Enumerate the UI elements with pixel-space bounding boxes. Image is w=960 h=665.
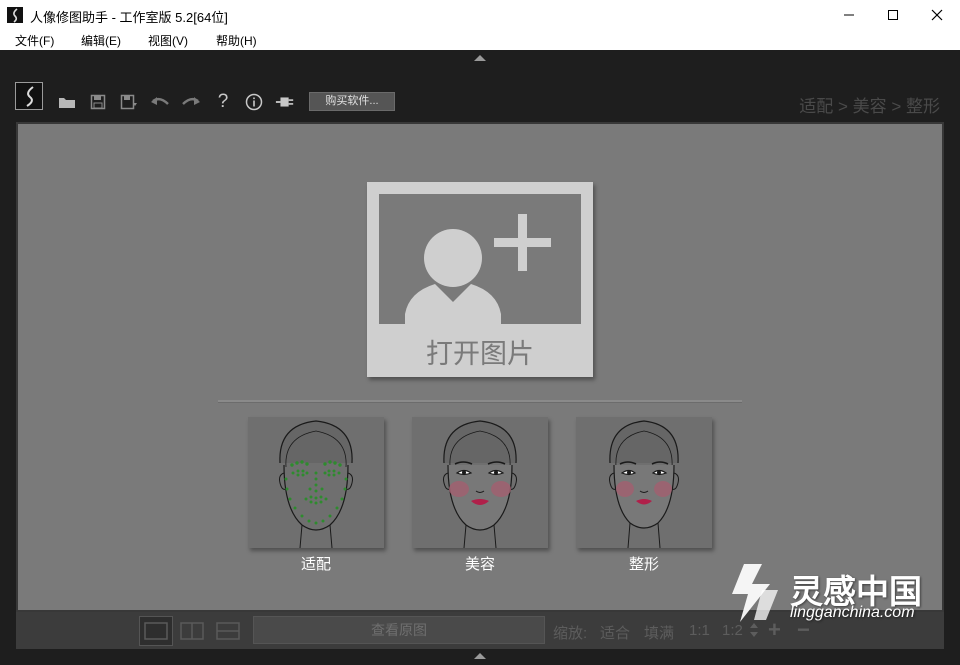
split-horizontal-button[interactable]: [211, 616, 245, 646]
face-reshape-icon: [609, 420, 679, 548]
fit-mode-label: 适配: [300, 556, 331, 573]
fit-mode-card[interactable]: [248, 417, 384, 548]
watermark-logo-icon: [722, 560, 786, 629]
save-icon[interactable]: [88, 92, 108, 112]
app-logo-icon[interactable]: [15, 82, 43, 110]
single-view-button[interactable]: [139, 616, 173, 646]
zoom-fill-button[interactable]: 填满: [644, 622, 674, 643]
menu-help[interactable]: 帮助(H): [216, 32, 257, 49]
view-original-button[interactable]: 查看原图: [253, 616, 545, 644]
menu-view[interactable]: 视图(V): [148, 32, 188, 49]
save-as-icon[interactable]: [119, 92, 139, 112]
collapse-bottom-arrow-icon[interactable]: [474, 653, 486, 659]
open-image-button[interactable]: 打开图片: [367, 182, 593, 377]
info-icon[interactable]: [244, 92, 264, 112]
beauty-mode-label: 美容: [464, 556, 495, 573]
single-view-icon: [144, 622, 168, 640]
menu-bar: 文件(F) 编辑(E) 视图(V) 帮助(H): [0, 30, 960, 50]
app-icon: [7, 7, 23, 23]
menu-edit[interactable]: 编辑(E): [81, 32, 121, 49]
close-button[interactable]: [914, 0, 960, 30]
split-vertical-icon: [180, 622, 204, 640]
reshape-mode-label: 整形: [628, 556, 659, 573]
reshape-mode-card[interactable]: [576, 417, 712, 548]
menu-file[interactable]: 文件(F): [15, 32, 54, 49]
open-image-label: 打开图片: [426, 339, 534, 369]
help-icon[interactable]: ?: [213, 91, 233, 112]
window-title: 人像修图助手 - 工作室版 5.2[64位]: [30, 10, 228, 25]
workflow-breadcrumb: 适配 > 美容 > 整形: [799, 97, 940, 116]
split-horizontal-icon: [216, 622, 240, 640]
add-person-icon: [379, 194, 581, 324]
minimize-button[interactable]: [826, 0, 872, 30]
collapse-top-arrow-icon[interactable]: [474, 55, 486, 61]
close-icon: [931, 9, 943, 21]
open-folder-icon[interactable]: [57, 92, 77, 112]
redo-icon[interactable]: [181, 92, 201, 112]
zoom-label: 缩放:: [553, 625, 588, 642]
title-bar: 人像修图助手 - 工作室版 5.2[64位]: [0, 0, 960, 30]
minimize-icon: [844, 14, 854, 16]
maximize-icon: [888, 10, 898, 20]
buy-software-button[interactable]: 购买软件...: [309, 92, 395, 111]
beauty-mode-card[interactable]: [412, 417, 548, 548]
plugin-icon[interactable]: [275, 92, 295, 112]
divider: [218, 400, 742, 403]
watermark-url: lingganchina.com: [790, 604, 915, 621]
zoom-1-1-button[interactable]: 1:1: [689, 622, 710, 639]
maximize-button[interactable]: [870, 0, 916, 30]
undo-icon[interactable]: [150, 92, 170, 112]
face-landmarks-icon: [279, 420, 353, 548]
zoom-fit-button[interactable]: 适合: [600, 622, 630, 643]
split-vertical-button[interactable]: [175, 616, 209, 646]
face-makeup-icon: [443, 420, 517, 548]
